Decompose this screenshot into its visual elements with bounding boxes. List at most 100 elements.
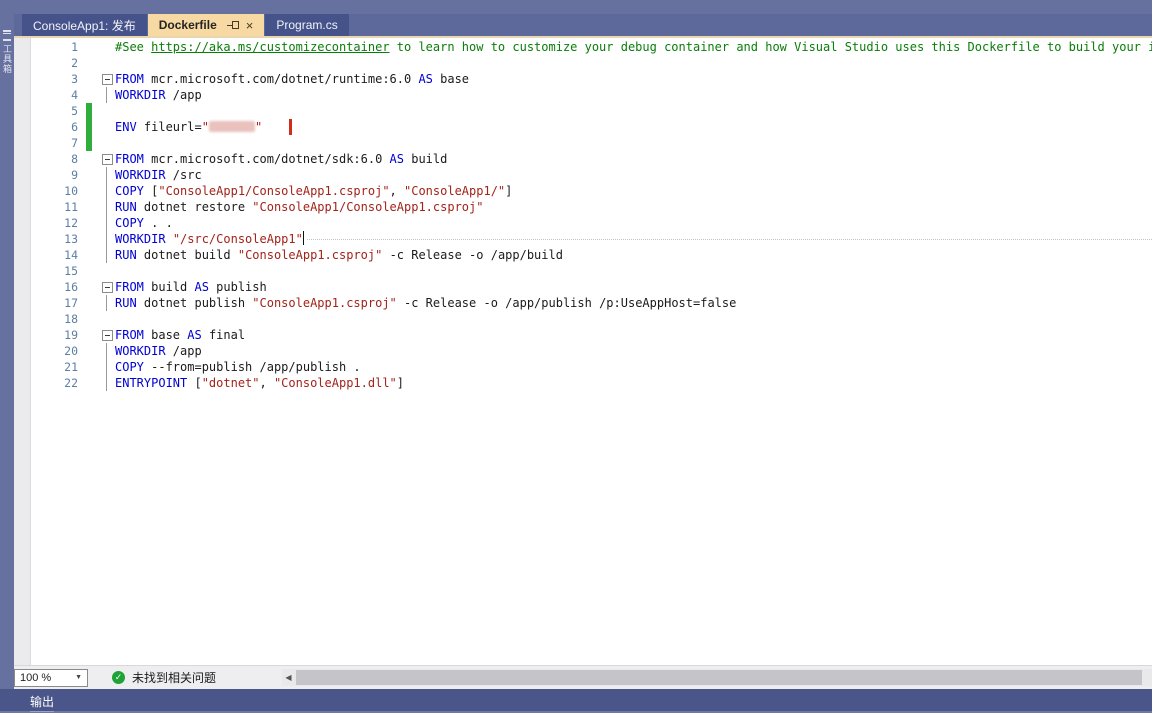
code-text: RUN dotnet build "ConsoleApp1.csproj" -c… [115, 247, 1152, 263]
code-text: FROM build AS publish [115, 279, 1152, 295]
code-line[interactable]: 1#See https://aka.ms/customizecontainer … [14, 39, 1152, 55]
line-number: 18 [14, 311, 86, 327]
code-token: /app [166, 344, 202, 358]
code-line[interactable]: 8FROM mcr.microsoft.com/dotnet/sdk:6.0 A… [14, 151, 1152, 167]
change-indicator [86, 279, 93, 295]
code-token: , [260, 376, 274, 390]
code-line[interactable]: 3FROM mcr.microsoft.com/dotnet/runtime:6… [14, 71, 1152, 87]
fold-collapse-button[interactable] [101, 71, 115, 87]
fold-guide [101, 263, 115, 279]
change-indicator [86, 87, 93, 103]
code-line[interactable]: 2 [14, 55, 1152, 71]
text-cursor [303, 231, 305, 245]
tab-consoleapp1-publish[interactable]: ConsoleApp1: 发布 [22, 14, 147, 36]
line-number: 10 [14, 183, 86, 199]
dropdown-caret-icon: ▼ [75, 674, 82, 681]
fold-collapse-button[interactable] [101, 279, 115, 295]
code-token: " [255, 120, 262, 134]
change-indicator [86, 103, 93, 119]
code-line[interactable]: 15 [14, 263, 1152, 279]
line-number: 20 [14, 343, 86, 359]
fold-guide [101, 231, 115, 247]
tab-dockerfile[interactable]: Dockerfile × [148, 14, 265, 36]
code-line[interactable]: 14RUN dotnet build "ConsoleApp1.csproj" … [14, 247, 1152, 263]
code-token: , [390, 184, 404, 198]
line-number: 11 [14, 199, 86, 215]
redacted-url-value [209, 121, 255, 132]
code-line[interactable]: 6ENV fileurl="" [14, 119, 1152, 135]
code-line[interactable]: 20 WORKDIR /app [14, 343, 1152, 359]
code-line[interactable]: 13WORKDIR "/src/ConsoleApp1" [14, 231, 1152, 247]
comment-link[interactable]: https://aka.ms/customizecontainer [151, 40, 389, 54]
code-line[interactable]: 22ENTRYPOINT ["dotnet", "ConsoleApp1.dll… [14, 375, 1152, 391]
code-line[interactable]: 4WORKDIR /app [14, 87, 1152, 103]
pin-icon[interactable] [227, 20, 239, 30]
fold-guide [101, 359, 115, 375]
code-token: COPY [115, 216, 144, 230]
code-line[interactable]: 21COPY --from=publish /app/publish . [14, 359, 1152, 375]
code-line[interactable]: 18 [14, 311, 1152, 327]
change-indicator [86, 151, 93, 167]
code-line[interactable]: 9WORKDIR /src [14, 167, 1152, 183]
code-token: FROM [115, 152, 144, 166]
code-text: ENV fileurl="" [115, 119, 1152, 135]
code-token: "/src/ConsoleApp1" [173, 232, 303, 246]
change-indicator [86, 375, 93, 391]
code-token: publish [209, 280, 267, 294]
code-text: ENTRYPOINT ["dotnet", "ConsoleApp1.dll"] [115, 375, 1152, 391]
change-indicator [86, 119, 93, 135]
code-text: COPY . . [115, 215, 1152, 231]
code-token: WORKDIR [115, 344, 166, 358]
fold-collapse-button[interactable] [101, 327, 115, 343]
code-token: RUN [115, 296, 137, 310]
sidebar-item-toolbox[interactable]: 工具箱 [0, 44, 14, 74]
scroll-left-arrow-icon[interactable]: ◀ [282, 669, 295, 686]
fold-guide [101, 295, 115, 311]
code-editor[interactable]: 1#See https://aka.ms/customizecontainer … [14, 38, 1152, 665]
code-token: ENTRYPOINT [115, 376, 187, 390]
code-line[interactable]: 5 [14, 103, 1152, 119]
code-token: WORKDIR [115, 88, 166, 102]
code-token: -c Release -o /app/publish /p:UseAppHost… [397, 296, 737, 310]
code-token: AS [187, 328, 201, 342]
code-text [115, 311, 1152, 327]
current-line-trail [307, 231, 1152, 240]
line-number: 16 [14, 279, 86, 295]
code-token: -c Release -o /app/build [382, 248, 563, 262]
code-line[interactable]: 10COPY ["ConsoleApp1/ConsoleApp1.csproj"… [14, 183, 1152, 199]
change-bar [86, 119, 92, 135]
code-text [115, 135, 1152, 151]
code-token: to learn how to customize your debug con… [390, 40, 1152, 54]
horizontal-scrollbar[interactable]: ◀ [282, 669, 1152, 686]
close-icon[interactable]: × [246, 19, 254, 32]
change-indicator [86, 359, 93, 375]
code-line[interactable]: 11RUN dotnet restore "ConsoleApp1/Consol… [14, 199, 1152, 215]
scrollbar-thumb[interactable] [296, 670, 1142, 685]
zoom-level-dropdown[interactable]: 100 % ▼ [14, 669, 88, 687]
code-token: ] [397, 376, 404, 390]
output-panel-title[interactable]: 输出 [30, 693, 54, 712]
line-number: 2 [14, 55, 86, 71]
code-token: build [404, 152, 447, 166]
code-token: COPY [115, 360, 144, 374]
fold-guide [101, 183, 115, 199]
code-token: "ConsoleApp1/ConsoleApp1.csproj" [252, 200, 483, 214]
fold-collapse-button[interactable] [101, 151, 115, 167]
tab-program-cs[interactable]: Program.cs [265, 14, 348, 36]
code-line[interactable]: 7 [14, 135, 1152, 151]
change-indicator [86, 263, 93, 279]
line-number: 3 [14, 71, 86, 87]
code-token: ENV [115, 120, 137, 134]
code-token: FROM [115, 72, 144, 86]
code-token: " [202, 120, 209, 134]
change-indicator [86, 295, 93, 311]
code-text: WORKDIR "/src/ConsoleApp1" [115, 231, 1152, 247]
code-line[interactable]: 12COPY . . [14, 215, 1152, 231]
code-text: WORKDIR /app [115, 87, 1152, 103]
fold-guide [101, 103, 115, 119]
code-token: dotnet build [137, 248, 238, 262]
code-line[interactable]: 17RUN dotnet publish "ConsoleApp1.csproj… [14, 295, 1152, 311]
code-line[interactable]: 19FROM base AS final [14, 327, 1152, 343]
code-line[interactable]: 16 FROM build AS publish [14, 279, 1152, 295]
line-number: 5 [14, 103, 86, 119]
